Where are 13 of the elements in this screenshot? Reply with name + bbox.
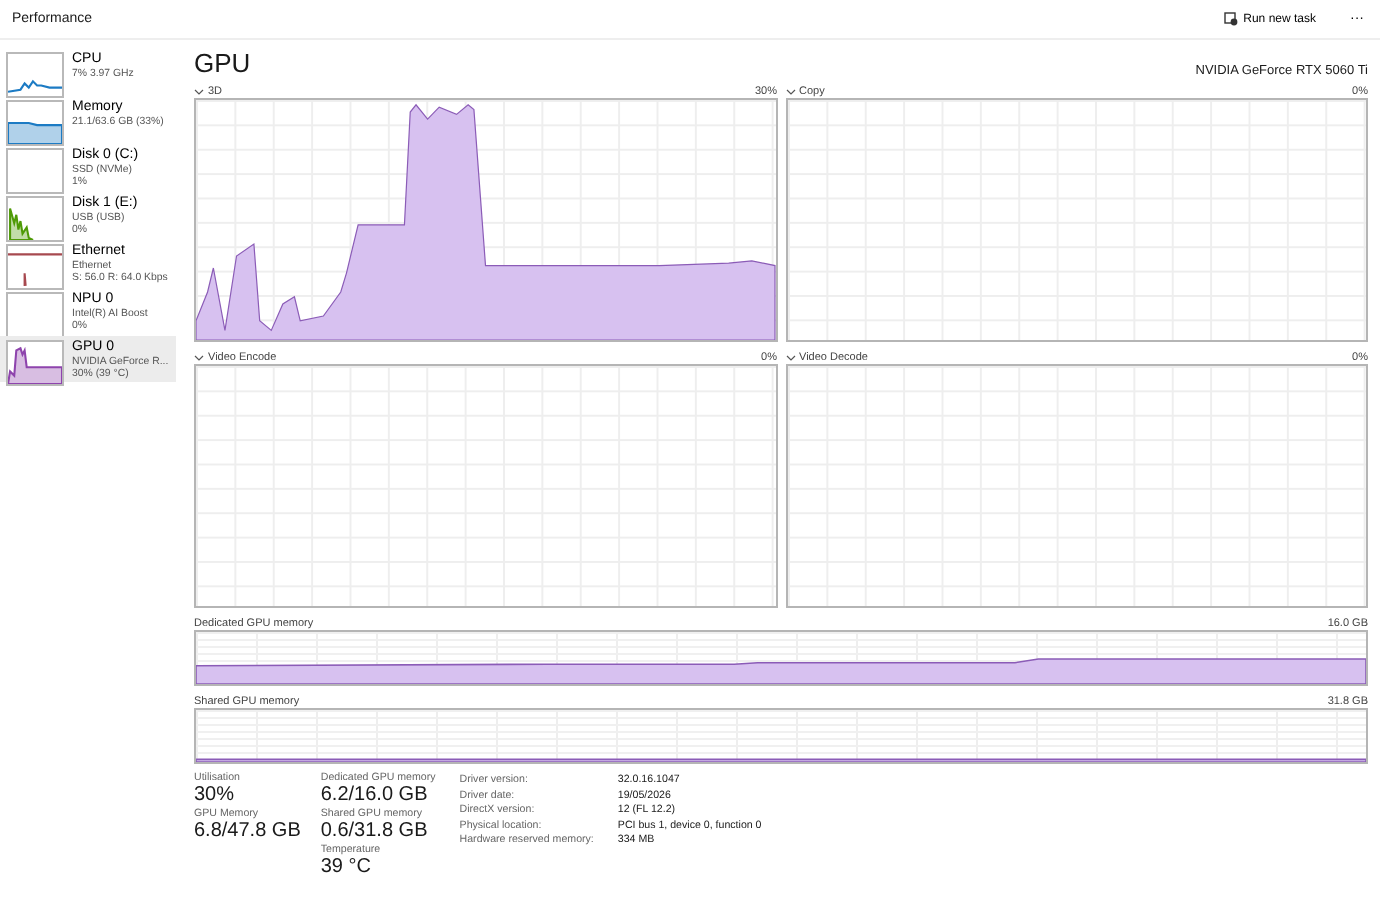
chevron-icon[interactable]	[785, 87, 795, 95]
chevron-icon[interactable]	[785, 353, 795, 361]
stat-value: 6.2/16.0 GB	[320, 784, 430, 806]
usage-thumbnail	[6, 148, 64, 194]
usage-thumbnail	[6, 292, 64, 338]
page-title: GPU	[194, 48, 251, 78]
chevron-icon[interactable]	[194, 87, 204, 95]
chevron-icon[interactable]	[194, 353, 204, 361]
stat-value: 0.6/31.8 GB	[320, 820, 430, 842]
stat-value: 6.8/47.8 GB	[194, 820, 301, 842]
stat-value: 30%	[194, 784, 237, 806]
stat-value: 39 °C	[320, 856, 373, 878]
run-task-icon	[1223, 12, 1238, 26]
